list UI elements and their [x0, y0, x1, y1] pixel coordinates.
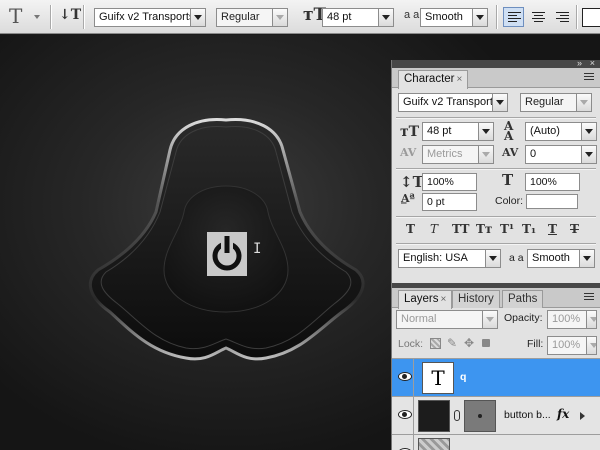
panel-titlebar[interactable]: » × — [392, 58, 600, 68]
antialias-icon: a a — [509, 252, 524, 264]
horizontal-scale-icon: T — [502, 171, 514, 189]
text-orientation-icon[interactable]: ↓T — [59, 7, 81, 23]
power-icon — [212, 236, 242, 271]
font-family-select[interactable]: Guifx v2 Transports — [398, 93, 508, 112]
align-left-button[interactable] — [503, 7, 524, 27]
align-center-button[interactable] — [527, 7, 548, 27]
lock-label: Lock: — [398, 338, 424, 350]
layer-effects-icon[interactable]: fx — [557, 407, 569, 421]
language-select[interactable]: English: USA — [398, 249, 501, 268]
lock-transparent-icon[interactable] — [430, 338, 441, 349]
leading-select[interactable]: (Auto) — [525, 122, 597, 141]
lock-position-icon[interactable]: ✥ — [464, 336, 474, 350]
tab-character[interactable]: Character × — [398, 70, 469, 89]
vector-mask-thumbnail — [464, 400, 496, 432]
type-tool-icon[interactable]: T — [9, 4, 22, 28]
layer-thumbnail — [418, 438, 450, 450]
layer-name[interactable]: button b... — [504, 409, 551, 421]
opacity-input[interactable]: 100% — [547, 310, 597, 329]
layers-panel: Layers × History Paths Normal Opacity: 10… — [391, 283, 600, 450]
superscript-button[interactable]: T¹ — [500, 222, 514, 236]
color-swatch[interactable] — [526, 194, 578, 209]
leading-icon: AA — [504, 119, 514, 143]
visibility-eye-icon[interactable] — [394, 359, 414, 396]
visibility-eye-icon[interactable] — [394, 435, 414, 450]
font-size-select[interactable]: 48 pt — [322, 8, 394, 27]
visibility-eye-icon[interactable] — [394, 397, 414, 434]
divider — [396, 243, 596, 244]
underline-button[interactable]: T — [548, 222, 557, 236]
antialias-icon: a a — [404, 9, 420, 21]
divider — [396, 117, 596, 118]
layers-list: T q button b... fx — [392, 358, 600, 450]
tab-close-icon[interactable]: × — [457, 74, 463, 85]
link-icon[interactable] — [454, 410, 460, 421]
fill-label: Fill: — [527, 338, 544, 350]
tab-paths[interactable]: Paths — [502, 290, 544, 308]
tracking-select[interactable]: 0 — [525, 145, 597, 164]
options-bar: T ↓T Guifx v2 Transports Regular ᴛT 48 p… — [0, 0, 600, 34]
strikethrough-button[interactable]: T — [570, 222, 579, 236]
faux-bold-button[interactable]: T — [406, 222, 415, 236]
align-right-button[interactable] — [551, 7, 572, 27]
character-panel: » × Character × Guifx v2 Transports Regul… — [391, 58, 600, 285]
horizontal-scale-input[interactable]: 100% — [525, 173, 580, 191]
layer-row-partial[interactable] — [392, 435, 600, 450]
baseline-shift-icon: Aª ‾ — [401, 192, 415, 214]
all-caps-button[interactable]: TT — [452, 222, 469, 236]
lock-all-icon[interactable] — [482, 339, 490, 347]
fill-input[interactable]: 100% — [547, 336, 597, 355]
faux-italic-button[interactable]: T — [430, 222, 438, 236]
vertical-scale-input[interactable]: 100% — [422, 173, 477, 191]
text-cursor-icon: I — [253, 241, 262, 257]
color-label: Color: — [495, 195, 524, 207]
text-style-buttons: T T TT Tт T¹ T₁ T T — [400, 222, 595, 240]
tab-layers[interactable]: Layers × — [398, 290, 453, 309]
layers-panel-tabs: Layers × History Paths — [392, 288, 600, 309]
divider — [396, 216, 596, 217]
collapse-icon[interactable]: » — [577, 58, 582, 68]
kerning-icon: AV — [400, 146, 417, 159]
layer-name[interactable]: q — [460, 371, 466, 383]
shape-layer-thumbnail — [418, 400, 450, 432]
font-family-select[interactable]: Guifx v2 Transports — [94, 8, 206, 27]
layer-row-text[interactable]: T q — [392, 359, 600, 397]
panel-menu-icon[interactable] — [584, 73, 594, 81]
baseline-shift-input[interactable]: 0 pt — [422, 193, 477, 211]
font-style-select[interactable]: Regular — [216, 8, 288, 27]
character-panel-tabs: Character × — [392, 68, 600, 89]
subscript-button[interactable]: T₁ — [522, 222, 536, 236]
font-size-icon: ᴛT — [400, 124, 420, 140]
tracking-icon: AV — [502, 146, 519, 159]
expand-effects-icon[interactable] — [580, 412, 585, 420]
blend-mode-select[interactable]: Normal — [396, 310, 498, 329]
font-style-select[interactable]: Regular — [520, 93, 592, 112]
panel-close-icon[interactable]: × — [590, 58, 595, 68]
layer-row-shape[interactable]: button b... fx — [392, 397, 600, 435]
small-caps-button[interactable]: Tт — [476, 222, 492, 236]
vertical-scale-icon: ↕T — [400, 173, 424, 191]
antialias-select[interactable]: Smooth — [527, 249, 595, 268]
separator — [50, 5, 51, 29]
antialias-select[interactable]: Smooth — [420, 8, 488, 27]
separator — [576, 5, 577, 29]
opacity-label: Opacity: — [504, 312, 543, 324]
separator — [496, 5, 497, 29]
panel-menu-icon[interactable] — [584, 293, 594, 301]
font-size-select[interactable]: 48 pt — [422, 122, 494, 141]
separator — [83, 5, 84, 29]
text-selection-highlight — [207, 232, 247, 276]
tool-preset-dropdown-icon[interactable] — [34, 15, 40, 19]
lock-image-icon[interactable]: ✎ — [447, 336, 457, 350]
kerning-select[interactable]: Metrics — [422, 145, 494, 164]
divider — [396, 168, 596, 169]
tab-close-icon[interactable]: × — [441, 294, 447, 305]
text-layer-thumbnail: T — [422, 362, 454, 394]
text-color-swatch[interactable] — [582, 8, 600, 27]
tab-history[interactable]: History — [452, 290, 500, 308]
knob-artwork — [88, 118, 365, 361]
